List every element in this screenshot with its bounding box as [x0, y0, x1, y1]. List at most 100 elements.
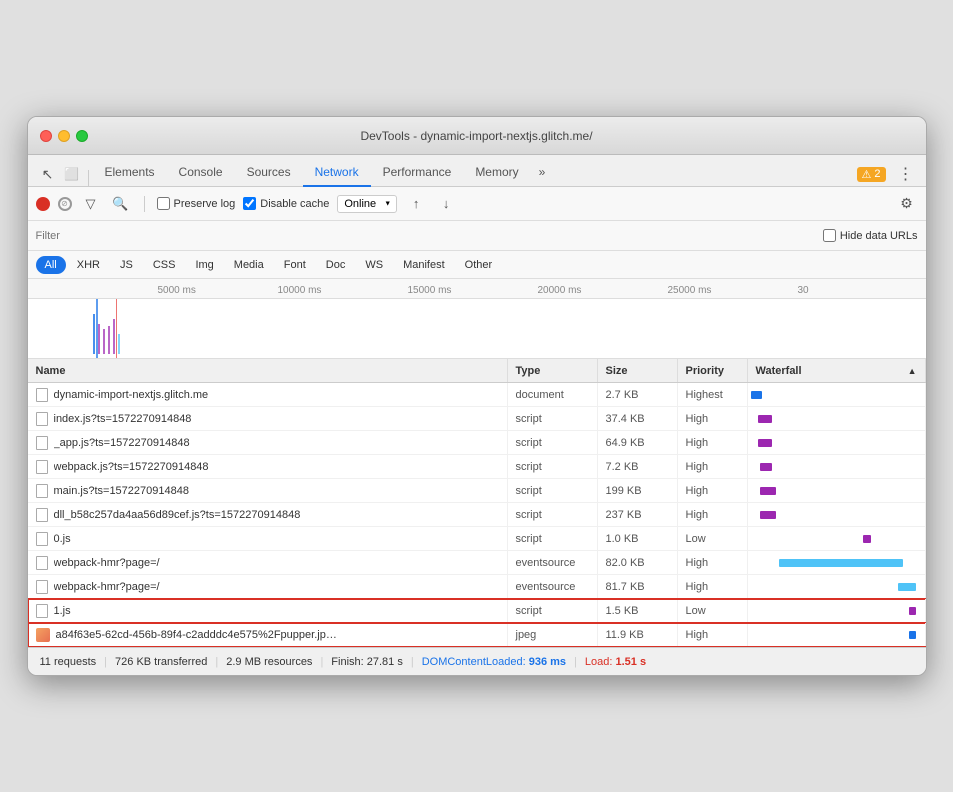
table-row[interactable]: 0.jsscript1.0 KBLow: [28, 527, 926, 551]
filter-button[interactable]: ▽: [80, 193, 102, 215]
waterfall-bar-0: [751, 391, 762, 399]
tab-more[interactable]: »: [531, 159, 554, 187]
network-toolbar: ⊘ ▽ 🔍 Preserve log Disable cache Online …: [28, 187, 926, 221]
close-button[interactable]: [40, 130, 52, 142]
hide-data-urls-label[interactable]: Hide data URLs: [823, 229, 918, 242]
tab-console[interactable]: Console: [167, 159, 235, 187]
alert-badge[interactable]: ⚠ 2: [857, 167, 886, 182]
upload-button[interactable]: ↑: [405, 193, 427, 215]
ruler-tick-15000: 15000 ms: [408, 285, 452, 296]
hide-data-urls-checkbox[interactable]: [823, 229, 836, 242]
td-size-10: 11.9 KB: [598, 623, 678, 646]
online-dropdown[interactable]: Online: [337, 195, 397, 213]
td-waterfall-2: [748, 431, 926, 454]
type-filter-js[interactable]: JS: [111, 256, 142, 274]
td-type-0: document: [508, 383, 598, 406]
disable-cache-text: Disable cache: [260, 198, 329, 210]
file-name-6: 0.js: [54, 533, 71, 545]
th-type[interactable]: Type: [508, 359, 598, 382]
type-filter-font[interactable]: Font: [275, 256, 315, 274]
devtools-menu-btn[interactable]: ⋮: [894, 162, 918, 186]
status-bar: 11 requests | 726 KB transferred | 2.9 M…: [28, 647, 926, 675]
titlebar: DevTools - dynamic-import-nextjs.glitch.…: [28, 117, 926, 155]
type-filter-all[interactable]: All: [36, 256, 66, 274]
waterfall-bar-8: [898, 583, 916, 591]
td-waterfall-10: [748, 623, 926, 646]
type-filter-manifest[interactable]: Manifest: [394, 256, 454, 274]
table-row[interactable]: dynamic-import-nextjs.glitch.medocument2…: [28, 383, 926, 407]
stop-button[interactable]: ⊘: [58, 197, 72, 211]
settings-button[interactable]: ⚙: [896, 193, 918, 215]
ruler-tick-5000: 5000 ms: [158, 285, 196, 296]
th-size[interactable]: Size: [598, 359, 678, 382]
file-icon: [36, 604, 48, 618]
file-name-2: _app.js?ts=1572270914848: [54, 437, 190, 449]
td-waterfall-4: [748, 479, 926, 502]
device-tool-btn[interactable]: ⬜: [60, 162, 84, 186]
tab-elements[interactable]: Elements: [93, 159, 167, 187]
td-size-5: 237 KB: [598, 503, 678, 526]
type-filter-media[interactable]: Media: [225, 256, 273, 274]
td-type-5: script: [508, 503, 598, 526]
table-header: Name Type Size Priority Waterfall ▲: [28, 359, 926, 383]
td-priority-4: High: [678, 479, 748, 502]
table-row[interactable]: main.js?ts=1572270914848script199 KBHigh: [28, 479, 926, 503]
th-waterfall[interactable]: Waterfall ▲: [748, 359, 926, 382]
td-size-4: 199 KB: [598, 479, 678, 502]
waterfall-bar-10: [909, 631, 916, 639]
type-filter-xhr[interactable]: XHR: [68, 256, 109, 274]
status-sep4: |: [411, 656, 414, 668]
ruler-tick-20000: 20000 ms: [538, 285, 582, 296]
table-row[interactable]: webpack-hmr?page=/eventsource81.7 KBHigh: [28, 575, 926, 599]
tab-performance[interactable]: Performance: [371, 159, 464, 187]
type-filter-css[interactable]: CSS: [144, 256, 185, 274]
table-row[interactable]: _app.js?ts=1572270914848script64.9 KBHig…: [28, 431, 926, 455]
search-button[interactable]: 🔍: [110, 193, 132, 215]
td-type-10: jpeg: [508, 623, 598, 646]
alert-count: 2: [874, 168, 880, 180]
th-name[interactable]: Name: [28, 359, 508, 382]
table-row[interactable]: 1.jsscript1.5 KBLow: [28, 599, 926, 623]
tab-network[interactable]: Network: [303, 159, 371, 187]
td-type-2: script: [508, 431, 598, 454]
td-type-4: script: [508, 479, 598, 502]
td-priority-9: Low: [678, 599, 748, 622]
td-size-0: 2.7 KB: [598, 383, 678, 406]
th-priority[interactable]: Priority: [678, 359, 748, 382]
td-name-7: webpack-hmr?page=/: [28, 551, 508, 574]
table-row[interactable]: dll_b58c257da4aa56d89cef.js?ts=157227091…: [28, 503, 926, 527]
table-row[interactable]: a84f63e5-62cd-456b-89f4-c2adddc4e575%2Fp…: [28, 623, 926, 647]
tab-memory[interactable]: Memory: [463, 159, 530, 187]
pointer-tool-btn[interactable]: ↖: [36, 162, 60, 186]
type-filter-other[interactable]: Other: [456, 256, 502, 274]
filter-input[interactable]: [36, 230, 178, 242]
ruler-tick-10000: 10000 ms: [278, 285, 322, 296]
disable-cache-checkbox[interactable]: [243, 197, 256, 210]
td-priority-10: High: [678, 623, 748, 646]
main-tabs-bar: ↖ ⬜ Elements Console Sources Network Per…: [28, 155, 926, 187]
td-size-6: 1.0 KB: [598, 527, 678, 550]
preserve-log-checkbox[interactable]: [157, 197, 170, 210]
td-type-9: script: [508, 599, 598, 622]
preserve-log-label[interactable]: Preserve log: [157, 197, 236, 210]
type-filter-ws[interactable]: WS: [356, 256, 392, 274]
waterfall-bar-5: [760, 511, 776, 519]
td-priority-5: High: [678, 503, 748, 526]
type-filter-doc[interactable]: Doc: [317, 256, 355, 274]
waterfall-bar-3: [760, 463, 772, 471]
table-row[interactable]: webpack.js?ts=1572270914848script7.2 KBH…: [28, 455, 926, 479]
download-button[interactable]: ↓: [435, 193, 457, 215]
tab-sources[interactable]: Sources: [235, 159, 303, 187]
waterfall-bar-1: [758, 415, 772, 423]
record-button[interactable]: [36, 197, 50, 211]
file-name-8: webpack-hmr?page=/: [54, 581, 160, 593]
table-row[interactable]: webpack-hmr?page=/eventsource82.0 KBHigh: [28, 551, 926, 575]
disable-cache-label[interactable]: Disable cache: [243, 197, 329, 210]
table-row[interactable]: index.js?ts=1572270914848script37.4 KBHi…: [28, 407, 926, 431]
maximize-button[interactable]: [76, 130, 88, 142]
minimize-button[interactable]: [58, 130, 70, 142]
td-type-3: script: [508, 455, 598, 478]
th-waterfall-label: Waterfall: [756, 365, 802, 377]
type-filter-img[interactable]: Img: [186, 256, 222, 274]
file-icon: [36, 556, 48, 570]
